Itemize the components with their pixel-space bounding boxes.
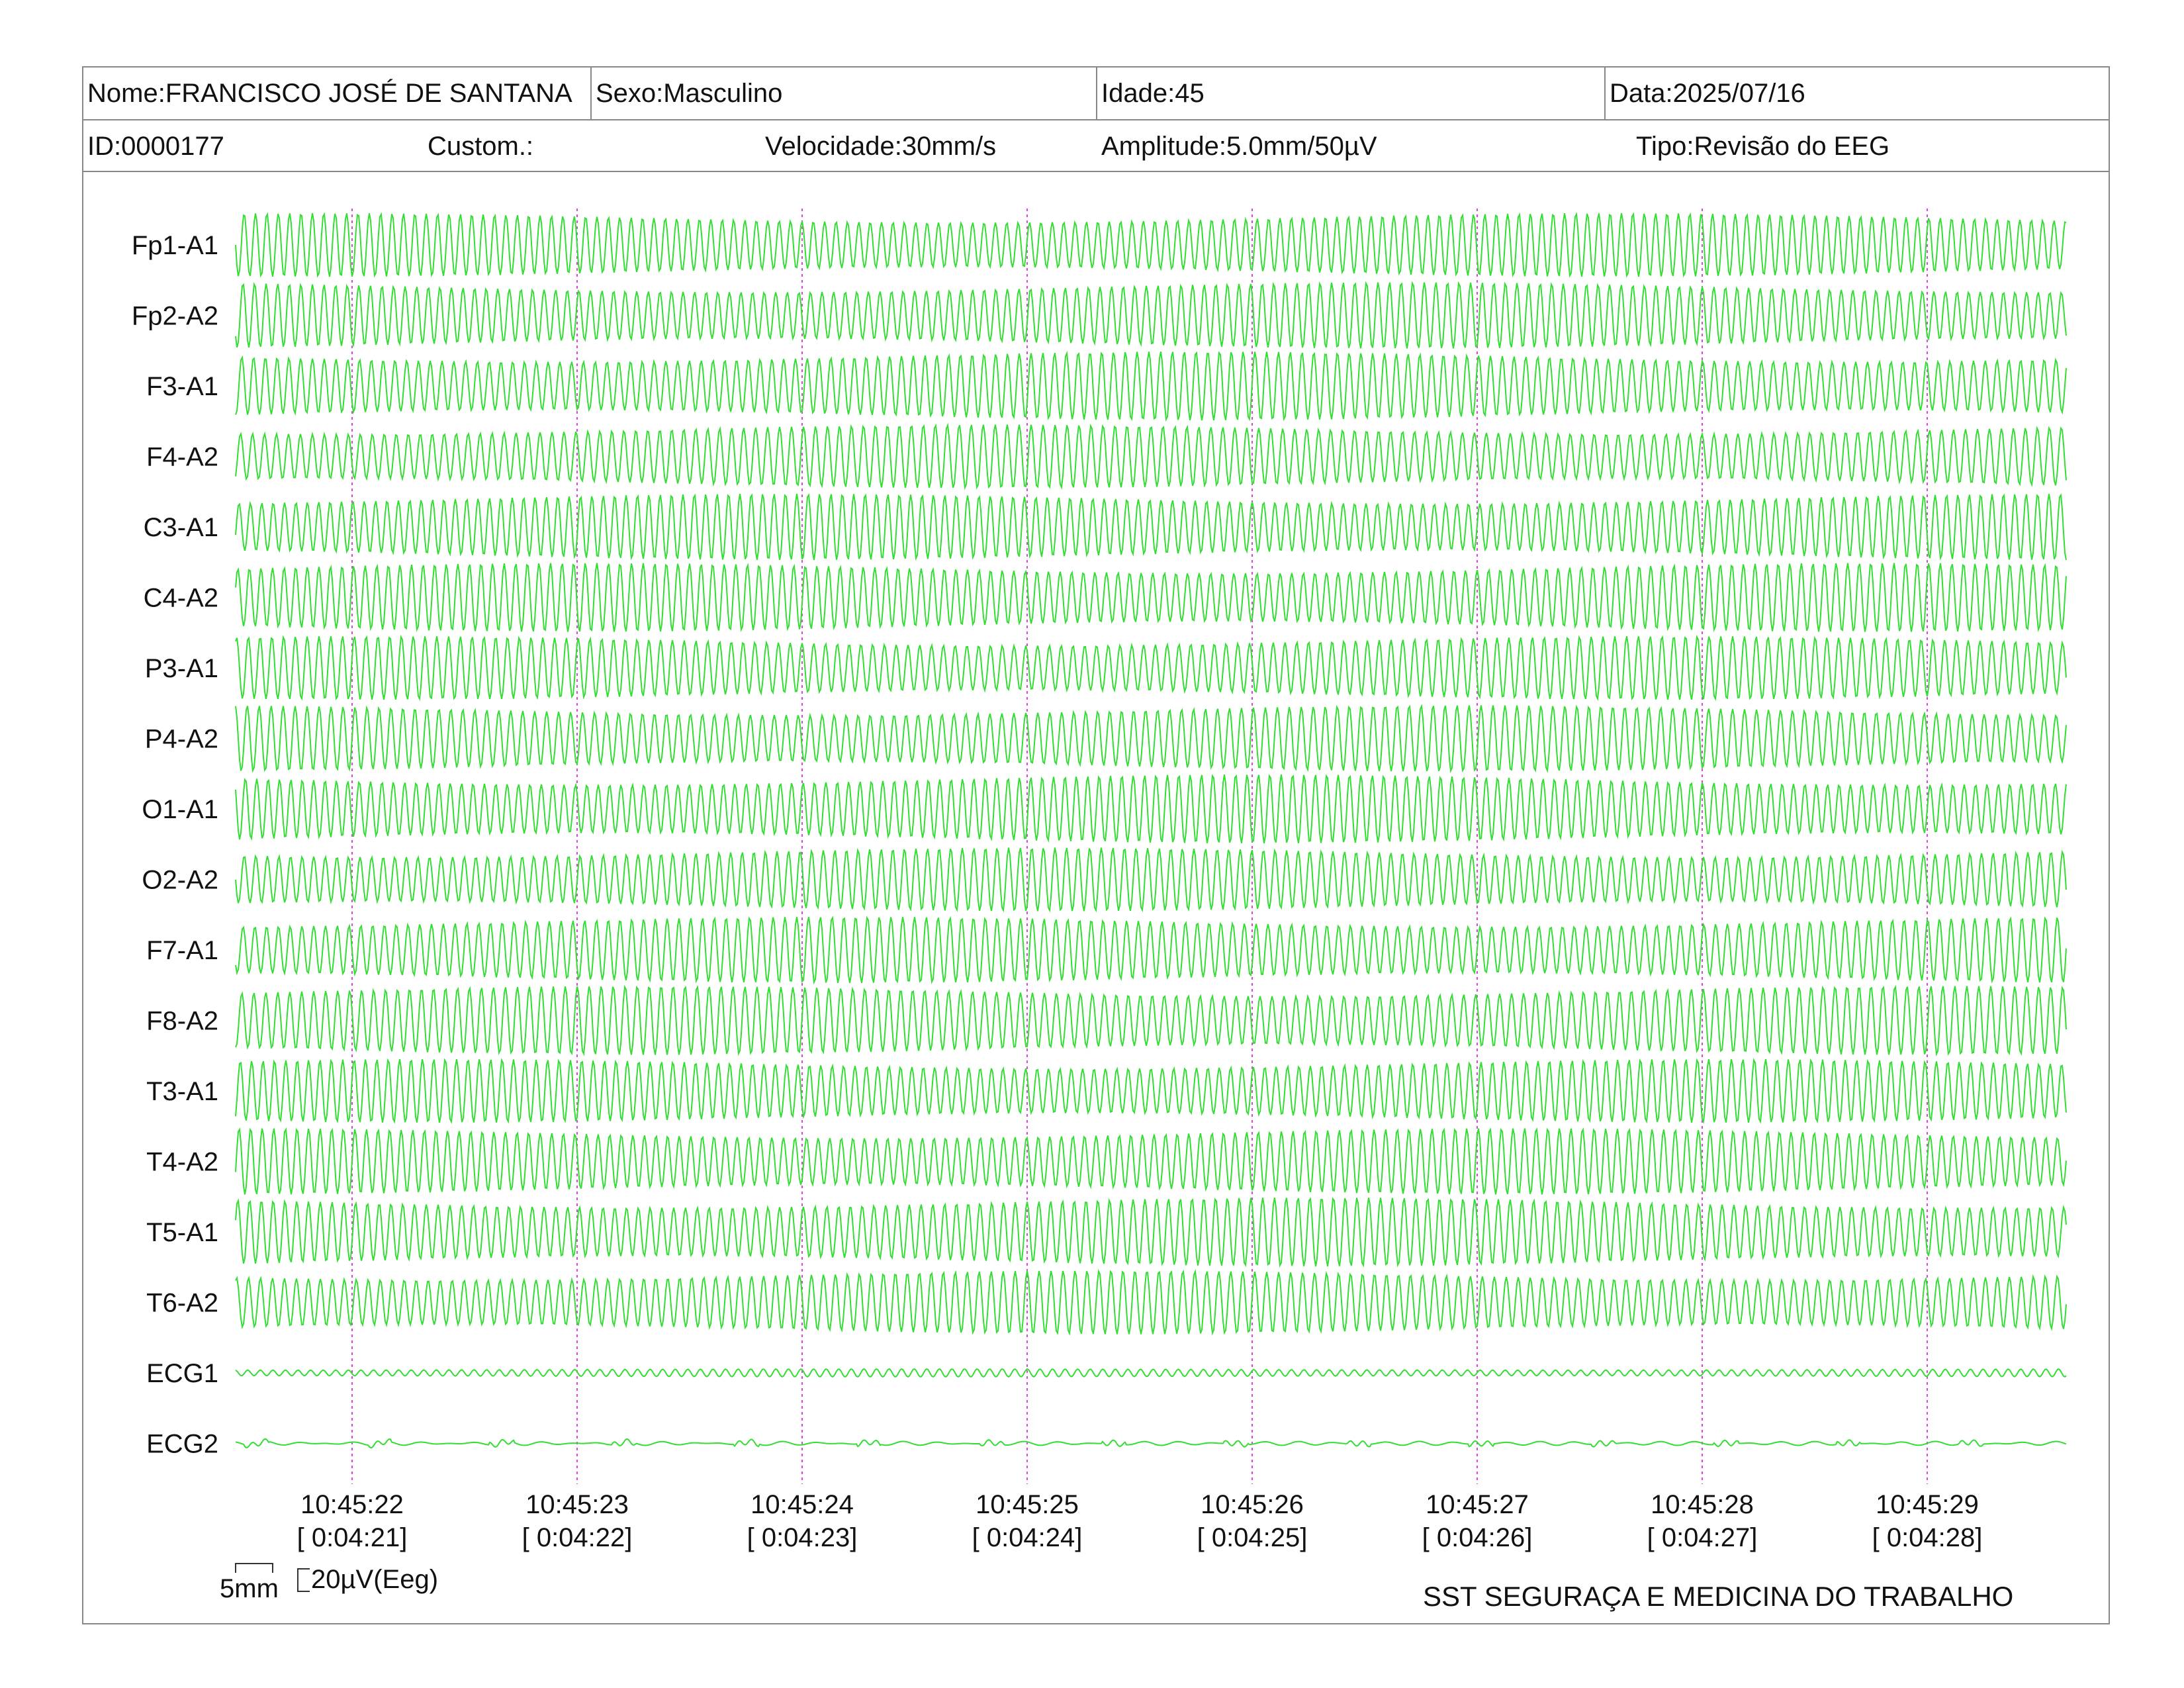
eeg-trace	[235, 1058, 2067, 1124]
eeg-trace	[235, 984, 2067, 1056]
eeg-trace	[235, 563, 2067, 633]
time-marker-clock: 10:45:25	[976, 1490, 1079, 1519]
time-marker-clock: 10:45:23	[525, 1490, 629, 1519]
channel-label: C4-A2	[144, 584, 218, 613]
channel-label: F8-A2	[146, 1007, 218, 1036]
eeg-trace	[235, 350, 2067, 422]
time-marker-elapsed: [ 0:04:22]	[522, 1523, 633, 1552]
calibration-time-bracket	[235, 1563, 273, 1573]
calibration-amplitude-label: 20µV(Eeg)	[311, 1565, 439, 1594]
channel-label: P4-A2	[145, 725, 218, 754]
channel-label: T6-A2	[146, 1289, 218, 1318]
eeg-trace	[235, 212, 2067, 278]
channel-label: P3-A1	[145, 654, 218, 683]
channel-label: O2-A2	[142, 866, 218, 895]
time-marker-clock: 10:45:29	[1876, 1490, 1979, 1519]
eeg-trace	[235, 634, 2067, 702]
time-marker-elapsed: [ 0:04:26]	[1422, 1523, 1533, 1552]
eeg-trace	[235, 1438, 2067, 1449]
eeg-trace	[235, 422, 2067, 491]
time-marker-clock: 10:45:26	[1201, 1490, 1304, 1519]
eeg-trace	[235, 281, 2067, 349]
channel-label: T5-A1	[146, 1218, 218, 1247]
calibration-time-label: 5mm	[220, 1574, 279, 1603]
channel-label: F7-A1	[146, 936, 218, 965]
channel-label: ECG2	[146, 1430, 218, 1459]
time-marker-elapsed: [ 0:04:23]	[747, 1523, 858, 1552]
time-marker-clock: 10:45:24	[751, 1490, 854, 1519]
channel-label: Fp1-A1	[132, 231, 218, 260]
channel-label: T4-A2	[146, 1148, 218, 1177]
time-marker-elapsed: [ 0:04:27]	[1647, 1523, 1758, 1552]
time-marker-clock: 10:45:22	[300, 1490, 404, 1519]
eeg-trace	[235, 1127, 2067, 1195]
time-marker-elapsed: [ 0:04:28]	[1872, 1523, 1983, 1552]
eeg-trace	[235, 1368, 2067, 1378]
channel-label: Fp2-A2	[132, 302, 218, 331]
channel-label: C3-A1	[144, 513, 218, 542]
eeg-trace	[235, 847, 2067, 913]
eeg-trace	[235, 1268, 2067, 1336]
channel-label: ECG1	[146, 1359, 218, 1388]
time-marker-elapsed: [ 0:04:21]	[297, 1523, 408, 1552]
eeg-trace	[235, 704, 2067, 774]
eeg-trace	[235, 493, 2067, 561]
eeg-chart: 10:45:22 [ 0:04:21] 10:45:23 [ 0:04:22] 10:4…	[132, 209, 2067, 1592]
company-name: SST SEGURAÇA E MEDICINA DO TRABALHO	[1423, 1581, 2014, 1612]
channel-label: O1-A1	[142, 795, 218, 824]
time-marker-elapsed: [ 0:04:24]	[972, 1523, 1083, 1552]
time-marker-clock: 10:45:27	[1426, 1490, 1529, 1519]
channel-label: F3-A1	[146, 372, 218, 401]
time-marker-clock: 10:45:28	[1651, 1490, 1754, 1519]
eeg-trace	[235, 915, 2067, 985]
eeg-trace	[235, 1197, 2067, 1268]
channel-label: F4-A2	[146, 443, 218, 472]
eeg-trace	[235, 774, 2067, 844]
channel-label: T3-A1	[146, 1077, 218, 1106]
time-marker-elapsed: [ 0:04:25]	[1197, 1523, 1308, 1552]
calibration-amplitude-bracket	[297, 1568, 310, 1592]
